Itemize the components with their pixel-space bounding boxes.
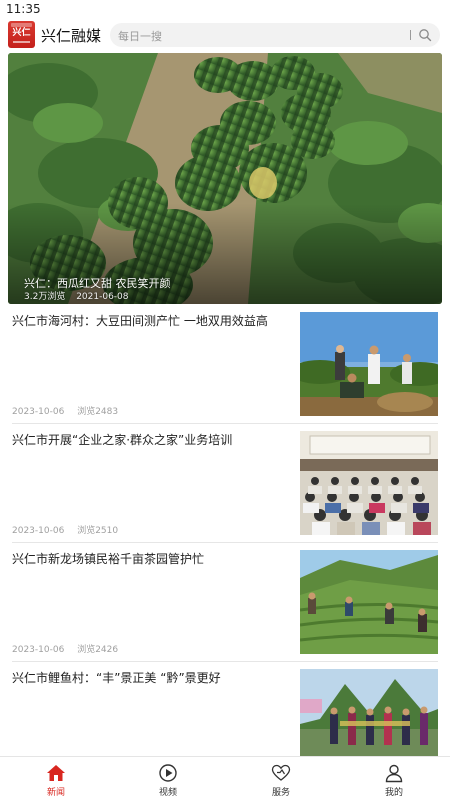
- app-header: 兴仁 兴仁融媒 每日一搜: [0, 18, 450, 52]
- search-divider: [410, 30, 411, 40]
- news-item[interactable]: 兴仁市开展“企业之家·群众之家”业务培训 2023-10-06 浏览2510: [0, 424, 450, 543]
- tab-label: 我的: [384, 788, 403, 798]
- play-icon: [159, 764, 177, 782]
- user-icon: [385, 764, 403, 783]
- tab-video[interactable]: 视频: [112, 757, 224, 800]
- home-icon: [47, 765, 65, 781]
- bottom-tab-bar: 新闻 视频 服务 我的: [0, 756, 450, 800]
- tab-label: 服务: [271, 788, 290, 798]
- search-icon[interactable]: [418, 28, 432, 42]
- news-item[interactable]: 兴仁市新龙场镇民裕千亩茶园管护忙 2023-10-06 浏览2426: [0, 543, 450, 662]
- news-meta: 2023-10-06 浏览2483: [12, 404, 128, 417]
- news-meta: 2023-10-06 浏览2426: [12, 642, 128, 655]
- news-thumbnail: [300, 431, 438, 535]
- news-date: 2023-10-06: [12, 407, 65, 417]
- tab-profile[interactable]: 我的: [338, 757, 450, 800]
- news-views: 浏览2426: [77, 645, 119, 655]
- tab-news[interactable]: 新闻: [0, 757, 112, 800]
- app-logo[interactable]: 兴仁: [8, 21, 35, 48]
- status-time: 11:35: [6, 2, 41, 16]
- hero-date: 2021-06-08: [76, 292, 129, 302]
- news-date: 2023-10-06: [12, 526, 65, 536]
- news-title: 兴仁市鲤鱼村：“丰”景正美 “黔”景更好: [12, 671, 221, 685]
- status-bar: 11:35: [0, 0, 450, 18]
- watermelon-field-image: [8, 53, 442, 304]
- news-title: 兴仁市开展“企业之家·群众之家”业务培训: [12, 433, 233, 447]
- news-title: 兴仁市海河村：大豆田间测产忙 一地双用效益高: [12, 314, 268, 328]
- news-title: 兴仁市新龙场镇民裕千亩茶园管护忙: [12, 552, 205, 566]
- app-title: 兴仁融媒: [41, 27, 102, 45]
- news-thumbnail: [300, 312, 438, 416]
- news-thumbnail: [300, 669, 438, 757]
- heart-icon: [271, 764, 291, 781]
- news-views: 浏览2510: [77, 526, 119, 536]
- tab-service[interactable]: 服务: [225, 757, 337, 800]
- news-views: 浏览2483: [77, 407, 119, 417]
- tab-label: 新闻: [46, 788, 65, 798]
- logo-text: 兴仁: [12, 28, 31, 38]
- news-thumbnail: [300, 550, 438, 654]
- news-item[interactable]: 兴仁市鲤鱼村：“丰”景正美 “黔”景更好: [0, 662, 450, 757]
- news-item[interactable]: 兴仁市海河村：大豆田间测产忙 一地双用效益高 2023-10-06 浏览2483: [0, 305, 450, 424]
- search-placeholder: 每日一搜: [118, 30, 162, 43]
- search-input[interactable]: 每日一搜: [110, 23, 440, 47]
- hero-views: 3.2万浏览: [24, 292, 66, 302]
- tab-label: 视频: [158, 788, 177, 798]
- news-date: 2023-10-06: [12, 645, 65, 655]
- hero-banner[interactable]: 兴仁：西瓜红又甜 农民笑开颜 3.2万浏览 2021-06-08: [8, 53, 442, 304]
- news-meta: 2023-10-06 浏览2510: [12, 523, 128, 536]
- hero-meta: 3.2万浏览 2021-06-08: [24, 289, 137, 302]
